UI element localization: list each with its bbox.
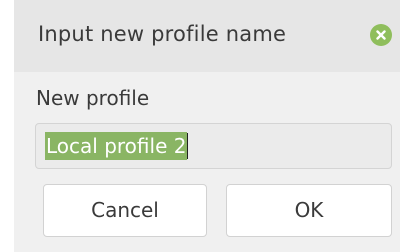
dialog-title: Input new profile name: [38, 22, 287, 46]
ok-button[interactable]: OK: [226, 184, 392, 237]
cancel-button[interactable]: Cancel: [43, 184, 207, 237]
profile-name-dialog: Input new profile name New profile Local…: [14, 0, 400, 252]
profile-name-value[interactable]: Local profile 2: [45, 132, 188, 160]
close-icon: [376, 30, 386, 40]
dialog-titlebar[interactable]: Input new profile name: [14, 0, 400, 72]
new-profile-label: New profile: [36, 86, 150, 110]
close-button[interactable]: [370, 24, 392, 46]
text-caret: [187, 133, 188, 159]
profile-name-input[interactable]: Local profile 2: [35, 123, 392, 169]
